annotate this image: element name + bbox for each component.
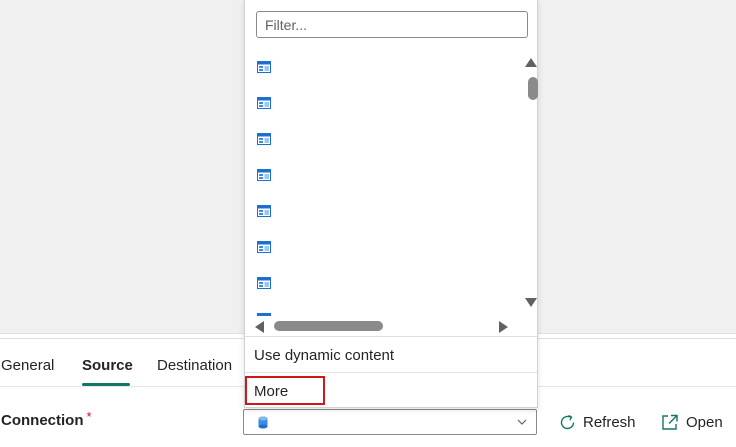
- horizontal-scrollbar[interactable]: [245, 316, 523, 336]
- table-icon: [257, 277, 271, 289]
- open-external-icon: [662, 414, 678, 430]
- database-icon: [258, 416, 268, 429]
- dropdown-divider: [245, 372, 537, 373]
- use-dynamic-content-option[interactable]: Use dynamic content: [254, 347, 394, 364]
- table-icon: [257, 61, 271, 73]
- refresh-label: Refresh: [583, 413, 636, 431]
- refresh-button[interactable]: Refresh: [558, 411, 636, 433]
- more-highlight-box: [245, 376, 325, 405]
- scroll-up-icon[interactable]: [525, 58, 537, 67]
- dropdown-divider: [245, 336, 537, 337]
- list-item[interactable]: [257, 96, 271, 109]
- tab-destination[interactable]: Destination: [157, 356, 232, 376]
- scroll-left-icon[interactable]: [255, 321, 264, 333]
- vertical-scrollbar[interactable]: [523, 50, 539, 316]
- vertical-scroll-thumb[interactable]: [528, 77, 538, 100]
- table-icon: [257, 169, 271, 181]
- table-icon: [257, 97, 271, 109]
- list-item[interactable]: [257, 168, 271, 181]
- table-icon: [257, 133, 271, 145]
- horizontal-scroll-thumb[interactable]: [274, 321, 383, 331]
- table-icon: [257, 241, 271, 253]
- scroll-right-icon[interactable]: [499, 321, 508, 333]
- list-item[interactable]: [257, 240, 271, 253]
- open-label: Open: [686, 413, 723, 431]
- list-item[interactable]: [257, 60, 271, 73]
- list-item[interactable]: [257, 132, 271, 145]
- list-item[interactable]: [257, 276, 271, 289]
- connection-label-text: Connection: [1, 412, 84, 429]
- table-icon: [257, 205, 271, 217]
- required-marker: *: [86, 409, 92, 424]
- filter-input[interactable]: [256, 11, 528, 38]
- connection-dropdown: Use dynamic content More: [244, 0, 538, 408]
- tab-source[interactable]: Source: [82, 356, 133, 376]
- connection-label: Connection *: [1, 409, 92, 429]
- scroll-down-icon[interactable]: [525, 298, 537, 307]
- list-item[interactable]: [257, 204, 271, 217]
- open-button[interactable]: Open: [660, 411, 723, 433]
- refresh-icon: [560, 414, 575, 429]
- chevron-down-icon: [517, 419, 527, 425]
- connection-list: [245, 50, 523, 316]
- tab-general[interactable]: General: [1, 356, 54, 376]
- connection-select[interactable]: [243, 409, 537, 435]
